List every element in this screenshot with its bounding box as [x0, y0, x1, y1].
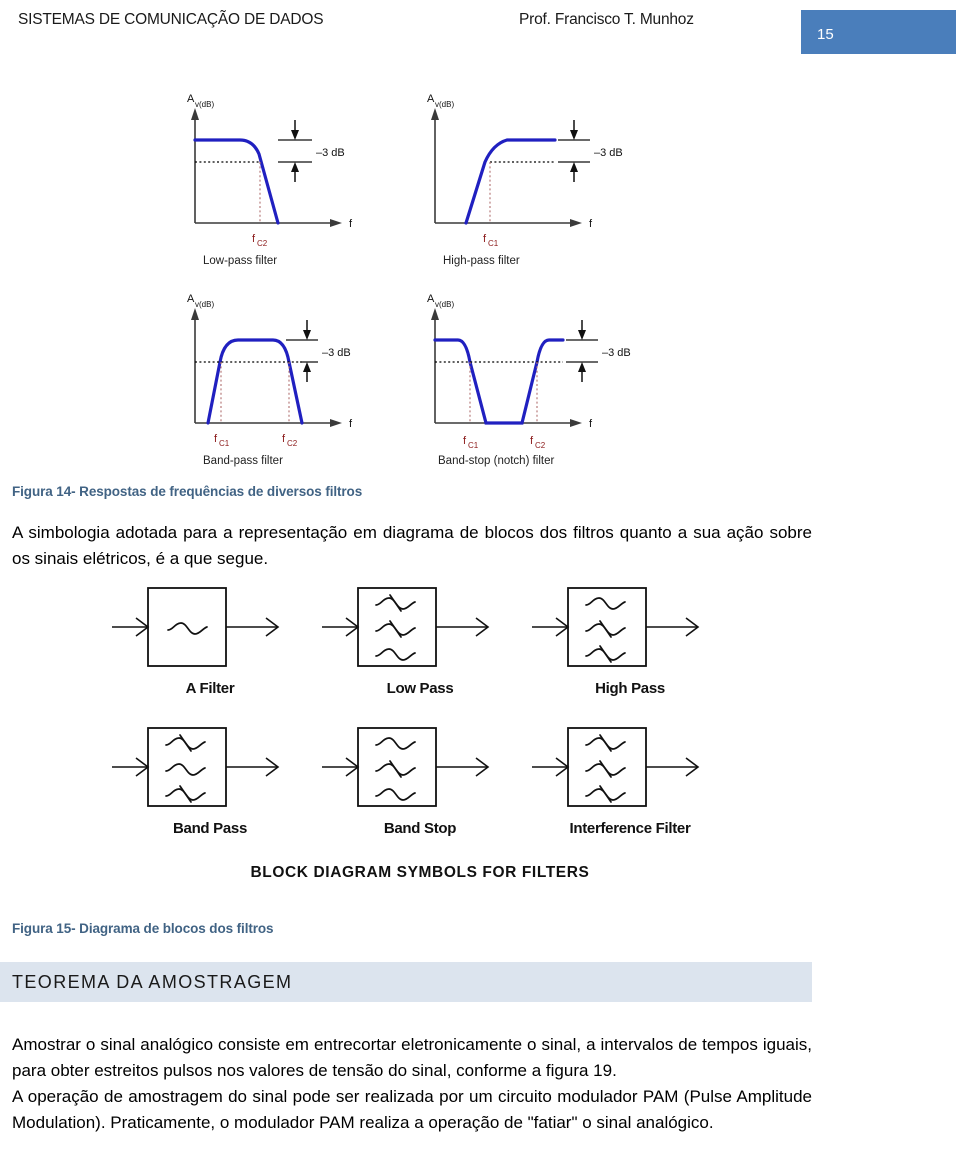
- response-chart-high-pass: –3 dB A v(dB) f f C1 High-pass filter: [400, 78, 650, 273]
- axis-group: [191, 108, 342, 227]
- block-symbol-high-pass: High Pass: [530, 582, 730, 702]
- y-axis-sublabel: v(dB): [435, 100, 454, 109]
- cutoff-label-2: f: [530, 435, 534, 447]
- y-axis-label: A: [187, 293, 195, 305]
- chart-title: Band-stop (notch) filter: [438, 455, 555, 467]
- paragraph-simbologia: A simbologia adotada para a representaçã…: [12, 523, 812, 568]
- cutoff-sublabel-2: C2: [287, 439, 298, 448]
- y-axis-sublabel: v(dB): [195, 100, 214, 109]
- course-title: SISTEMAS DE COMUNICAÇÃO DE DADOS: [18, 11, 324, 28]
- cutoff-label-1: f: [463, 435, 467, 447]
- figure-15-title: BLOCK DIAGRAM SYMBOLS FOR FILTERS: [250, 864, 590, 881]
- filter-box: [357, 727, 437, 807]
- page-header: SISTEMAS DE COMUNICAÇÃO DE DADOS Prof. F…: [0, 0, 960, 62]
- response-chart-band-pass: –3 dB A v(dB) f f C1 f C2 Band-pass filt…: [160, 278, 410, 473]
- minus-3db-annotation: [566, 320, 598, 382]
- filter-response-curve: [433, 338, 565, 425]
- block-symbol-band-stop: Band Stop: [320, 722, 520, 842]
- y-axis-sublabel: v(dB): [435, 300, 454, 309]
- chart-title: Band-pass filter: [203, 455, 283, 467]
- figure-15-caption: Figura 15- Diagrama de blocos dos filtro…: [12, 921, 274, 936]
- block-symbol-row-2: Band Pass Band Stop Interference Filter: [110, 722, 730, 842]
- y-axis-label: A: [187, 93, 195, 105]
- y-axis-label: A: [427, 93, 435, 105]
- axis-group: [191, 308, 342, 427]
- minus-3db-label: –3 dB: [594, 147, 623, 159]
- minus-3db-annotation: [278, 120, 312, 182]
- minus-3db-label: –3 dB: [322, 347, 351, 359]
- block-symbol-low-pass: Low Pass: [320, 582, 520, 702]
- page-number-label: 15: [817, 26, 834, 43]
- cutoff-label: f: [252, 233, 256, 245]
- figure-14-filter-responses: –3 dB A v(dB) f f C2 Low-pass filter –3 …: [160, 78, 680, 473]
- paragraph-amostrar: Amostrar o sinal analógico consiste em e…: [12, 1035, 812, 1080]
- section-heading-label: TEOREMA DA AMOSTRAGEM: [12, 972, 293, 992]
- page-number-badge: 15: [801, 10, 956, 54]
- x-axis-label: f: [349, 418, 353, 430]
- filter-response-curve: [464, 138, 557, 225]
- figure-14-caption: Figura 14- Respostas de frequências de d…: [12, 484, 363, 499]
- cutoff-sublabel-1: C1: [468, 441, 479, 450]
- block-label: Band Stop: [383, 820, 457, 837]
- filter-box: [567, 587, 647, 667]
- block-symbol-interference-filter: Interference Filter: [530, 722, 730, 842]
- filter-box: [567, 727, 647, 807]
- cutoff-sublabel: C1: [488, 239, 499, 248]
- chart-title: Low-pass filter: [203, 255, 277, 267]
- y-axis-label: A: [427, 293, 435, 305]
- cutoff-sublabel-2: C2: [535, 441, 546, 450]
- cutoff-sublabel: C2: [257, 239, 268, 248]
- filter-response-curve: [206, 338, 304, 425]
- y-axis-sublabel: v(dB): [195, 300, 214, 309]
- block-label: Band Pass: [173, 820, 247, 837]
- block-symbol-row-1: A Filter Low Pass High Pass: [110, 582, 730, 702]
- block-label: Interference Filter: [569, 820, 691, 837]
- author-name: Prof. Francisco T. Munhoz: [519, 11, 694, 28]
- paragraph-pam: A operação de amostragem do sinal pode s…: [12, 1087, 812, 1132]
- filter-box: [147, 727, 227, 807]
- chart-title: High-pass filter: [443, 255, 520, 267]
- axis-group: [431, 308, 582, 427]
- minus-3db-label: –3 dB: [602, 347, 631, 359]
- x-axis-label: f: [589, 218, 593, 230]
- response-chart-band-stop: –3 dB A v(dB) f f C1 f C2 Band-stop (not…: [400, 278, 650, 473]
- section-heading-band: TEOREMA DA AMOSTRAGEM: [0, 962, 812, 1002]
- x-axis-label: f: [589, 418, 593, 430]
- filter-response-curve: [193, 138, 280, 225]
- block-symbol-band-pass: Band Pass: [110, 722, 310, 842]
- cutoff-label: f: [483, 233, 487, 245]
- block-label: A Filter: [185, 680, 235, 697]
- axis-group: [431, 108, 582, 227]
- minus-3db-annotation: [558, 120, 590, 182]
- response-chart-low-pass: –3 dB A v(dB) f f C2 Low-pass filter: [160, 78, 410, 273]
- figure-15-block-symbols: A Filter Low Pass High Pass Band Pass Ba…: [110, 582, 730, 902]
- cutoff-label-2: f: [282, 433, 286, 445]
- x-axis-label: f: [349, 218, 353, 230]
- cutoff-sublabel-1: C1: [219, 439, 230, 448]
- filter-box: [357, 587, 437, 667]
- minus-3db-label: –3 dB: [316, 147, 345, 159]
- block-label: Low Pass: [386, 680, 454, 697]
- block-symbol-a-filter: A Filter: [110, 582, 310, 702]
- block-label: High Pass: [595, 680, 665, 697]
- cutoff-label-1: f: [214, 433, 218, 445]
